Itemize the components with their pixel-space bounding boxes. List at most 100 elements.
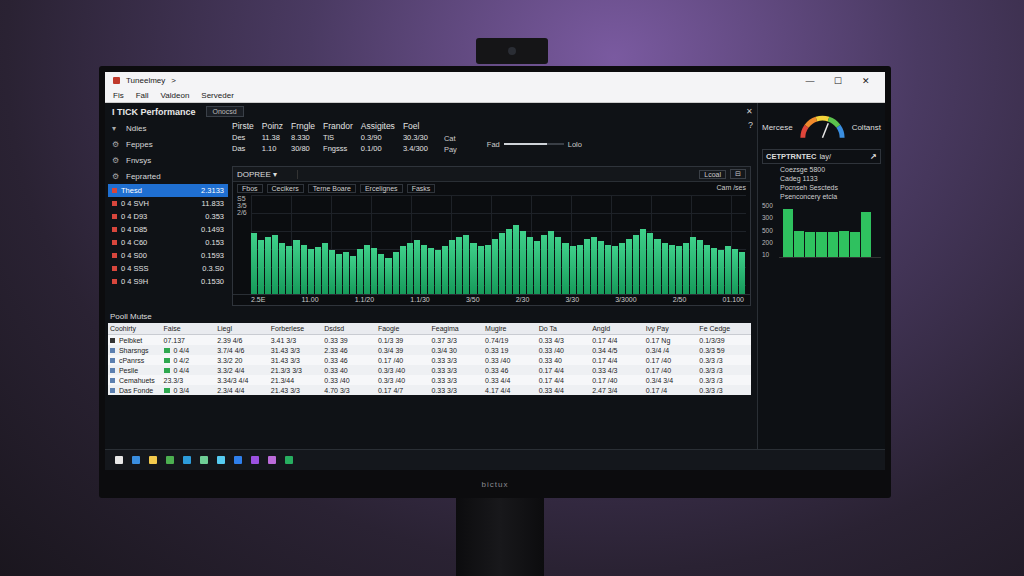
stock-row[interactable]: 0 4 C60 0.153 [108, 236, 228, 249]
sidebar-item[interactable]: ⚙Feppes [108, 136, 228, 152]
help-icon[interactable]: ? [748, 120, 753, 130]
local-button[interactable]: Lcoal [699, 170, 726, 179]
slider[interactable] [504, 143, 564, 145]
nav-icon: ⚙ [112, 140, 121, 149]
summary: PirstePoinzFrngleFrandorAssigitesFoelDes… [232, 120, 757, 166]
chart-bar [393, 252, 399, 294]
app-header: I TICK Performance Onocsd ✕ [108, 103, 757, 120]
chart-tab[interactable]: Ercelignes [360, 184, 403, 193]
column-header: Ivy Pay [644, 323, 698, 335]
app-icon[interactable] [149, 456, 157, 464]
app-icon[interactable] [268, 456, 276, 464]
chart-bar [329, 250, 335, 294]
app-icon[interactable] [115, 456, 123, 464]
chart-tab[interactable]: Fasks [407, 184, 436, 193]
nav-icon: ▾ [112, 124, 121, 133]
column-header: Assigites [361, 120, 403, 132]
stock-row[interactable]: 0 4 S9H 0.1530 [108, 275, 228, 288]
chart-bar [725, 246, 731, 294]
slider-label: Fad [487, 140, 500, 149]
mini-chart: 50030050020010 [762, 202, 881, 258]
column-header: Faogie [376, 323, 430, 335]
app-icon[interactable] [217, 456, 225, 464]
window-control[interactable]: ☐ [827, 76, 849, 86]
chart-tab[interactable]: Cecikers [267, 184, 304, 193]
chart-header: DOPREE ▾ Lcoal ⊟ [233, 167, 750, 182]
chart-dropdown[interactable]: DOPREE ▾ [237, 170, 298, 179]
chart-bar [435, 250, 441, 294]
chart-bar [272, 235, 278, 294]
badge-icon [164, 348, 170, 353]
app-icon[interactable] [132, 456, 140, 464]
collapse-button[interactable]: ⊟ [730, 169, 746, 179]
x-tick: 2/50 [673, 296, 687, 303]
chart-bar [449, 240, 455, 294]
stock-row[interactable]: 0 4 D85 0.1493 [108, 223, 228, 236]
app-icon[interactable] [251, 456, 259, 464]
chart-bar [577, 245, 583, 295]
stock-row[interactable]: 0 4 SSS 0.3.S0 [108, 262, 228, 275]
app-icon[interactable] [200, 456, 208, 464]
app-icon[interactable] [183, 456, 191, 464]
monitor: Tuneelmey > —☐✕ FisFallValdeonServeder I… [99, 66, 891, 498]
chart-bar [839, 231, 849, 257]
chevron[interactable]: > [171, 76, 176, 85]
summary-row[interactable]: Das1.1030/80Fngsss0.1/003.4/300 [232, 143, 436, 154]
column-header: Frngle [291, 120, 323, 132]
chart-bar [612, 246, 618, 294]
window-control[interactable]: — [799, 76, 821, 86]
stock-row[interactable]: 0 4 D93 0.353 [108, 210, 228, 223]
chart-bar [492, 239, 498, 294]
sidebar-item[interactable]: ▾Ndies [108, 120, 228, 136]
chart-panel: DOPREE ▾ Lcoal ⊟ Fbos Cecikers Terne Boare… [232, 166, 751, 306]
chart-bar [591, 237, 597, 294]
chart-bar [293, 240, 299, 294]
table-row[interactable]: Cemahuets 23.3/3 3.34/3 4/4 21.3/44 0.33… [108, 375, 751, 385]
column-header: Dsdsd [322, 323, 376, 335]
menu-item[interactable]: Serveder [201, 91, 233, 100]
chart-bar [683, 243, 689, 294]
chart-bar [732, 249, 738, 294]
stock-row[interactable]: 0 4 S00 0.1593 [108, 249, 228, 262]
sidebar-item[interactable]: ⚙Feprarted [108, 168, 228, 184]
menu-item[interactable]: Valdeon [161, 91, 190, 100]
stock-row[interactable]: 0 4 SVH 11.833 [108, 197, 228, 210]
table-row[interactable]: Sharsngs 0 4/4 3.7/4 4/6 31.43 3/3 2.33 … [108, 345, 751, 355]
mini-chart-title: Psenconcery etcla [762, 193, 881, 200]
chart-bar [301, 245, 307, 295]
row-icon [110, 358, 115, 363]
column-header: Liegl [215, 323, 269, 335]
table-row[interactable]: Peslle 0 4/4 3.3/2 4/4 21.3/3 3/3 0.33 4… [108, 365, 751, 375]
menu-bar: Fis Fall Valdeon Serveder [105, 89, 885, 103]
middle-row: ▾Ndies⚙Feppes⚙Fnvsys⚙Feprarted Thesd 2.3… [108, 120, 757, 310]
summary-row[interactable]: Des11.388.330TiS0.3/9030.3/30 [232, 132, 436, 143]
window-control[interactable]: ✕ [855, 76, 877, 86]
app-tab[interactable]: Onocsd [206, 106, 244, 117]
chart-bar [485, 245, 491, 295]
stock-icon [112, 214, 117, 219]
app-icon[interactable] [234, 456, 242, 464]
y-tick: 500 [762, 227, 776, 234]
app-icon[interactable] [166, 456, 174, 464]
menu-item[interactable]: Fis [113, 91, 124, 100]
section-header[interactable]: CETPTRNTEC lay/ ↗ [762, 149, 881, 164]
menu-item[interactable]: Fall [136, 91, 149, 100]
stat-line: Pocnseh Sescteds [762, 184, 881, 191]
table-row[interactable]: Das Fonde 0 3/4 2.3/4 4/4 21.43 3/3 4.70… [108, 385, 751, 395]
table-row[interactable]: cPanrss 0 4/2 3.3/2 20 31.43 3/3 0.33 46… [108, 355, 751, 365]
gauge-label: Coltanst [852, 123, 881, 132]
chart-bar [279, 243, 285, 294]
right-panel: Mercese Coltanst CETPTRNTEC lay/ ↗ Coezs… [757, 103, 885, 449]
chart-bar [783, 209, 793, 257]
chart-bar [357, 249, 363, 294]
close-button[interactable]: ✕ [746, 107, 753, 116]
chart-tab[interactable]: Fbos [237, 184, 263, 193]
chart-bar [385, 258, 391, 294]
stock-row[interactable]: Thesd 2.3133 [108, 184, 228, 197]
sidebar-item[interactable]: ⚙Fnvsys [108, 152, 228, 168]
chart-tab[interactable]: Terne Boare [308, 184, 356, 193]
y-tick: 500 [762, 202, 776, 209]
column-header: Coohirty [108, 323, 162, 335]
table-row[interactable]: Pelbket 07.137 2.39 4/6 3.41 3/3 0.33 39… [108, 335, 751, 346]
app-icon[interactable] [285, 456, 293, 464]
